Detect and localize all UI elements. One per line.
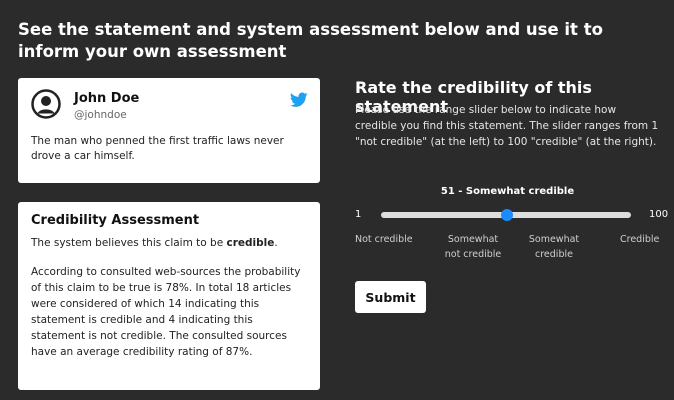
tick-line: credible bbox=[535, 249, 573, 260]
page-header: See the statement and system assessment … bbox=[18, 20, 603, 61]
slider-max-label: 100 bbox=[649, 209, 669, 220]
slider-value-label: 51 - Somewhat credible bbox=[440, 186, 575, 197]
twitter-bird-icon bbox=[290, 92, 308, 107]
verdict-suffix: . bbox=[274, 237, 278, 249]
tick-line: Somewhat bbox=[528, 234, 580, 245]
tweet-author-handle: @johndoe bbox=[74, 109, 127, 121]
tick-label-somewhat-credible: Somewhat credible bbox=[514, 232, 594, 262]
tick-label-somewhat-not-credible: Somewhat not credible bbox=[433, 232, 513, 262]
assessment-card: Credibility Assessment The system believ… bbox=[18, 202, 320, 390]
verdict-prefix: The system believes this claim to be bbox=[31, 237, 227, 249]
tick-label-not-credible: Not credible bbox=[355, 234, 413, 245]
user-avatar-icon bbox=[31, 89, 61, 119]
rating-description: Please use the range slider below to ind… bbox=[355, 104, 659, 148]
submit-button[interactable]: Submit bbox=[355, 281, 426, 313]
tick-line: Somewhat bbox=[447, 234, 499, 245]
assessment-body: According to consulted web-sources the p… bbox=[31, 266, 301, 358]
credibility-slider[interactable] bbox=[381, 209, 631, 221]
tweet-text: The man who penned the first traffic law… bbox=[31, 135, 284, 162]
tick-label-credible: Credible bbox=[620, 234, 660, 245]
tweet-card: John Doe @johndoe The man who penned the… bbox=[18, 78, 320, 183]
slider-min-label: 1 bbox=[355, 209, 362, 220]
tick-line: not credible bbox=[444, 249, 502, 260]
assessment-title: Credibility Assessment bbox=[31, 213, 200, 228]
tweet-author-name: John Doe bbox=[74, 91, 140, 106]
assessment-verdict: The system believes this claim to be cre… bbox=[31, 237, 278, 249]
slider-thumb[interactable] bbox=[501, 209, 514, 221]
verdict-value: credible bbox=[226, 237, 275, 249]
